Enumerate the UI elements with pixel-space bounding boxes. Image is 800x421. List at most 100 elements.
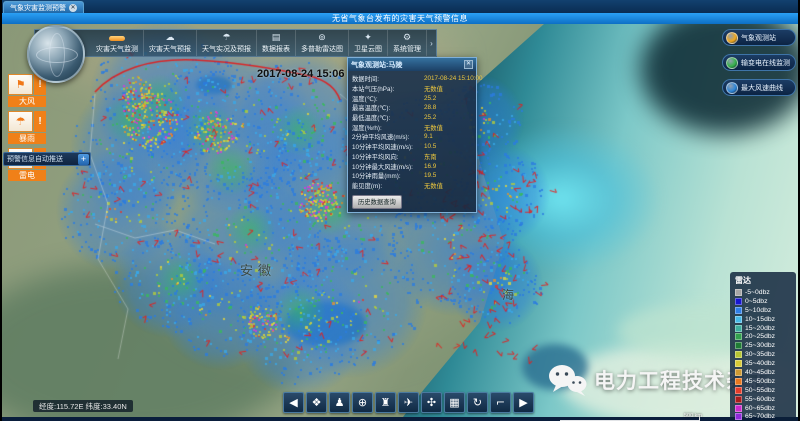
vehicle-icon[interactable]: ▦ [444, 392, 465, 413]
measure-icon[interactable]: ⌐ [490, 392, 511, 413]
history-query-button[interactable]: 历史数据查询 [352, 195, 402, 209]
legend-swatch [735, 289, 742, 296]
refresh-icon[interactable]: ↻ [467, 392, 488, 413]
pan-right-icon[interactable]: ▶ [513, 392, 534, 413]
warning-banner-text: 无省气象台发布的灾害天气预警信息 [332, 13, 468, 24]
dialog-row-value: 10.5 [424, 143, 436, 150]
toolbar-item-5[interactable]: ⊚多普勒雷达图 [296, 30, 349, 56]
legend-row: 65~70dbz [735, 412, 792, 421]
radar-icon: ⊚ [318, 33, 326, 43]
pan-left-icon[interactable]: ◀ [283, 392, 304, 413]
dialog-row-label: 数据时间: [352, 74, 379, 83]
land-patch [0, 264, 300, 421]
substation-icon[interactable]: ♜ [375, 392, 396, 413]
legend-swatch [735, 316, 742, 323]
region-label: 海 [502, 286, 519, 303]
coordinates-text: 经度:115.72E 纬度:33.40N [39, 401, 127, 412]
quick-button-icon [726, 32, 738, 44]
toolbar-expander-icon[interactable]: › [427, 30, 436, 56]
push-add-icon[interactable]: + [78, 154, 89, 165]
toolbar-item-1[interactable]: 灾害天气监测 [91, 30, 144, 56]
coastal-swirl [462, 124, 662, 274]
legend-label: 15~20dbz [745, 325, 775, 332]
frame-edge [0, 0, 2, 421]
legend-swatch [735, 413, 742, 420]
toolbar-item-label: 灾害天气预报 [149, 44, 191, 54]
legend-row: 10~15dbz [735, 315, 792, 324]
legend-swatch [735, 369, 742, 376]
lake [522, 344, 588, 390]
dialog-row-value: 9.1 [424, 133, 433, 140]
dialog-row-value: 2017-08-24 15:10:00 [424, 75, 482, 82]
dialog-close-icon[interactable]: ✕ [464, 60, 473, 69]
toolbar-item-label: 灾害天气监测 [96, 44, 138, 54]
dialog-row-value: 19.5 [424, 172, 436, 179]
person-locate-icon[interactable]: ♟ [329, 392, 350, 413]
legend-row: 35~40dbz [735, 359, 792, 368]
legend-row: 5~10dbz [735, 306, 792, 315]
legend-title: 雷达 [735, 275, 792, 286]
legend-label: 25~30dbz [745, 342, 775, 349]
globe-icon[interactable]: ⊕ [352, 392, 373, 413]
warning-symbol-icon: ⚑ [8, 74, 33, 95]
legend-label: 40~45dbz [745, 369, 775, 376]
legend-row: 15~20dbz [735, 324, 792, 333]
dialog-row: 10分钟平均风速(m/s):10.5 [352, 142, 472, 152]
legend-swatch [735, 351, 742, 358]
push-bar[interactable]: 预警信息自动推送 + [3, 152, 91, 166]
legend-rows: -5~0dbz0~5dbz5~10dbz10~15dbz15~20dbz20~2… [735, 288, 792, 421]
toolbar-item-4[interactable]: ▤数据报表 [257, 30, 296, 56]
legend-label: -5~0dbz [745, 289, 770, 296]
dialog-row: 10分钟最大风速(m/s):16.9 [352, 161, 472, 171]
quick-button-1[interactable]: 气象观测站 [722, 29, 796, 46]
report-icon: ▤ [272, 33, 281, 43]
legend-label: 20~25dbz [745, 333, 775, 340]
dialog-row-value: 16.9 [424, 163, 436, 170]
lake [286, 302, 366, 346]
radar-timestamp: 2017-08-24 15:06 [257, 68, 344, 80]
layers-icon[interactable]: ❖ [306, 392, 327, 413]
top-toolbar: 灾害天气监测☁灾害天气预报☂天气实况及预报▤数据报表⊚多普勒雷达图✦卫星云图⚙系… [34, 29, 437, 57]
gear-icon: ⚙ [403, 33, 411, 43]
warning-card-label: 大风 [8, 96, 46, 107]
toolbar-item-6[interactable]: ✦卫星云图 [349, 30, 388, 56]
dialog-row-value: 无数值 [424, 84, 443, 93]
quick-button-label: 最大风速曲线 [741, 83, 783, 93]
dialog-row-value: 无数值 [424, 123, 443, 132]
toolbar-item-label: 系统管理 [393, 44, 421, 54]
tab-title: 气象灾害监测预警 [10, 3, 66, 13]
quick-button-2[interactable]: 输变电在线监测 [722, 54, 796, 71]
tab-close-icon[interactable]: ✕ [69, 4, 77, 12]
app-tab[interactable]: 气象灾害监测预警 ✕ [3, 1, 84, 13]
toolbar-item-label: 天气实况及预报 [202, 44, 251, 54]
app-window: 气象灾害监测预警 ✕ 无省气象台发布的灾害天气预警信息 安徽海 2017-08-… [0, 0, 800, 421]
wind-monitor-icon [109, 36, 125, 41]
wind-turbine-icon[interactable]: ✣ [421, 392, 442, 413]
station-dialog: 气象观测站:马陵 ✕ 数据时间:2017-08-24 15:10:00本站气压(… [347, 57, 477, 213]
dialog-row-value: 无数值 [424, 181, 443, 190]
quick-button-icon [726, 57, 738, 69]
quick-button-3[interactable]: 最大风速曲线 [722, 79, 796, 96]
dialog-row: 温度(℃):25.2 [352, 93, 472, 103]
quick-button-icon [726, 82, 738, 94]
dialog-row-value: 25.2 [424, 114, 436, 121]
station-dialog-titlebar[interactable]: 气象观测站:马陵 ✕ [348, 58, 476, 71]
plane-icon[interactable]: ✈ [398, 392, 419, 413]
push-bar-label: 预警信息自动推送 [4, 154, 78, 164]
legend-row: 60~65dbz [735, 404, 792, 413]
legend-row: -5~0dbz [735, 288, 792, 297]
legend-swatch [735, 396, 742, 403]
toolbar-item-3[interactable]: ☂天气实况及预报 [197, 30, 257, 56]
dialog-row-value: 东南 [424, 152, 437, 161]
quick-button-label: 输变电在线监测 [741, 58, 790, 68]
dialog-row: 最高温度(℃): 28.8 [352, 103, 472, 113]
warning-card-label: 雷电 [8, 170, 46, 181]
warning-banner: 无省气象台发布的灾害天气预警信息 [0, 13, 800, 24]
legend-swatch [735, 307, 742, 314]
toolbar-item-2[interactable]: ☁灾害天气预报 [144, 30, 197, 56]
dialog-row-label: 最高温度(℃): [352, 103, 390, 112]
dialog-row-label: 10分钟平均风向: [352, 152, 399, 161]
warning-card-2[interactable]: ☂!暴雨 [8, 111, 46, 144]
dialog-row-value: 28.8 [424, 104, 436, 111]
toolbar-item-7[interactable]: ⚙系统管理 [388, 30, 427, 56]
